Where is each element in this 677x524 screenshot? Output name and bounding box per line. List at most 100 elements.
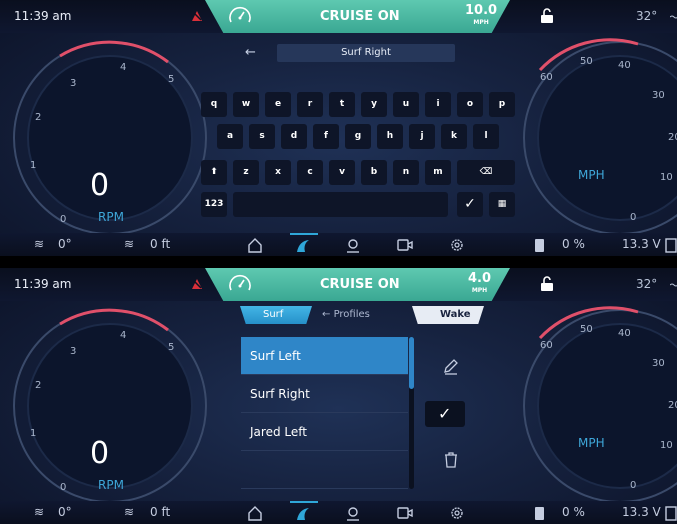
rpm-tick-3: 3 [70,346,77,357]
list-item-jared-left[interactable]: Jared Left [241,413,408,451]
fuel-icon [535,507,544,520]
mph-dial: MPH 0 10 20 30 40 50 60 [520,306,677,506]
profile-name-input[interactable]: Surf Right [277,44,455,62]
status-bar: 11:39 am CRUISE ON 4.0 MPH 32° [0,268,677,301]
edit-icon[interactable] [441,356,461,376]
key-v[interactable]: v [329,160,355,185]
nav-active-indicator [290,233,318,235]
key-x[interactable]: x [265,160,291,185]
speedometer-icon[interactable] [228,273,252,295]
tab-profiles[interactable]: ← Profiles [322,309,370,320]
list-item-surf-left[interactable]: Surf Left [241,337,408,375]
cruise-speed-value: 10.0 [465,3,498,18]
scrollbar-thumb[interactable] [409,337,414,389]
backspace-key[interactable]: ⌫ [457,160,515,185]
alert-icon[interactable] [190,9,204,23]
key-z[interactable]: z [233,160,259,185]
key-u[interactable]: u [393,92,419,117]
rpm-dial-graphic [13,308,207,503]
mph-unit: MPH [578,436,605,450]
key-a[interactable]: a [217,124,243,149]
unlock-icon[interactable] [540,8,554,24]
location-icon[interactable] [344,505,362,521]
wave-icon[interactable] [295,237,313,253]
unlock-icon[interactable] [540,276,554,292]
key-j[interactable]: j [409,124,435,149]
key-g[interactable]: g [345,124,371,149]
mph-tick-20: 20 [668,132,677,143]
profile-list: Surf Left Surf Right Jared Left [241,337,408,489]
key-p[interactable]: p [489,92,515,117]
cruise-speed: 4.0 MPH [468,272,491,297]
space-key[interactable] [233,192,448,217]
clock-time: 11:39 am [14,277,72,291]
mph-dial: MPH 0 10 20 30 40 50 60 [520,38,677,238]
hide-keyboard-key[interactable]: ▦ [489,192,515,217]
depth-icon: ≋ [124,237,135,251]
weather-icon [670,15,677,19]
key-f[interactable]: f [313,124,339,149]
water-temp: 0° [58,505,72,519]
trash-icon[interactable] [441,450,461,470]
wave-icon[interactable] [295,505,313,521]
key-e[interactable]: e [265,92,291,117]
battery-voltage: 13.3 V [622,237,661,251]
weather-icon [670,283,677,287]
rpm-dial-graphic [13,40,207,235]
mph-tick-0: 0 [630,212,637,223]
alert-icon[interactable] [190,277,204,291]
key-k[interactable]: k [441,124,467,149]
key-q[interactable]: q [201,92,227,117]
settings-icon[interactable] [448,237,466,253]
shift-key[interactable]: ⬆ [201,160,227,185]
speedometer-icon[interactable] [228,5,252,27]
mph-tick-40: 40 [618,328,631,339]
key-d[interactable]: d [281,124,307,149]
key-i[interactable]: i [425,92,451,117]
mph-tick-20: 20 [668,400,677,411]
rpm-tick-1: 1 [30,160,37,171]
key-y[interactable]: y [361,92,387,117]
camera-icon[interactable] [396,505,414,521]
home-icon[interactable] [246,237,264,253]
rpm-tick-0: 0 [60,214,67,225]
list-item-empty[interactable] [241,451,408,489]
key-n[interactable]: n [393,160,419,185]
camera-icon[interactable] [396,237,414,253]
rpm-tick-4: 4 [120,62,127,73]
settings-icon[interactable] [448,505,466,521]
home-icon[interactable] [246,505,264,521]
check-icon: ✓ [464,196,476,212]
mph-dial-graphic [523,38,677,235]
key-l[interactable]: l [473,124,499,149]
keyboard-icon: ▦ [497,199,507,209]
cruise-label: CRUISE ON [320,9,400,24]
numeric-key[interactable]: 123 [201,192,227,217]
key-t[interactable]: t [329,92,355,117]
key-b[interactable]: b [361,160,387,185]
rpm-unit: RPM [98,210,124,224]
back-arrow-icon[interactable]: ← [245,45,256,60]
location-icon[interactable] [344,237,362,253]
name-entry-row: ← Surf Right [225,44,455,62]
list-item-surf-right[interactable]: Surf Right [241,375,408,413]
battery-icon [665,238,677,253]
mph-tick-50: 50 [580,324,593,335]
bottom-nav: ≋ 0° ≋ 0 ft 0 % 13.3 V [0,501,677,524]
confirm-key[interactable]: ✓ [457,192,483,217]
key-m[interactable]: m [425,160,451,185]
air-temp: 32° [636,9,658,23]
key-h[interactable]: h [377,124,403,149]
key-o[interactable]: o [457,92,483,117]
mph-tick-10: 10 [660,172,673,183]
key-r[interactable]: r [297,92,323,117]
mph-dial-graphic [523,306,677,503]
key-s[interactable]: s [249,124,275,149]
water-temp-icon: ≋ [34,237,45,251]
nav-active-indicator [290,501,318,503]
key-c[interactable]: c [297,160,323,185]
depth-icon: ≋ [124,505,135,519]
confirm-button[interactable]: ✓ [425,401,465,427]
key-w[interactable]: w [233,92,259,117]
mph-tick-40: 40 [618,60,631,71]
